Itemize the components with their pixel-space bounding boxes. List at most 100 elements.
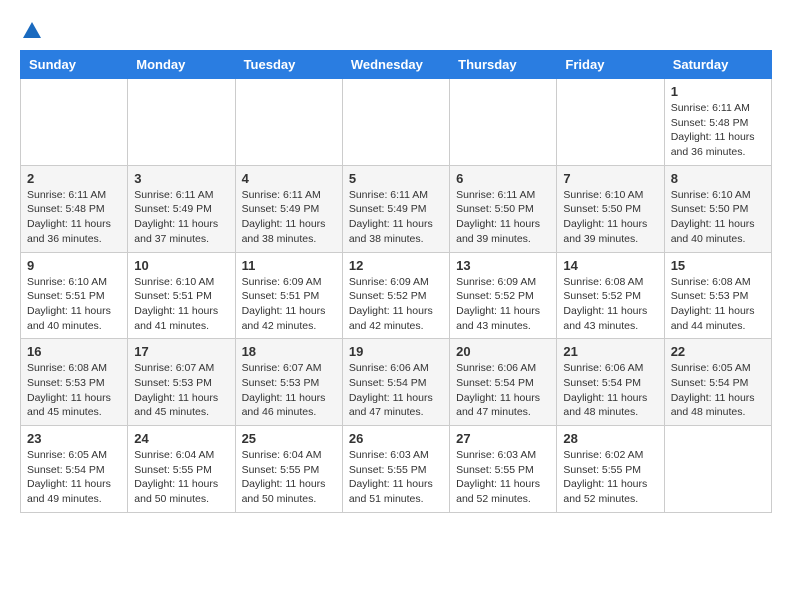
day-number: 10 [134,258,228,273]
day-info: Sunrise: 6:04 AM Sunset: 5:55 PM Dayligh… [134,448,228,507]
day-number: 2 [27,171,121,186]
day-number: 21 [563,344,657,359]
calendar-cell: 1 Sunrise: 6:11 AM Sunset: 5:48 PM Daylig… [664,79,771,166]
day-number: 25 [242,431,336,446]
calendar-cell: 7 Sunrise: 6:10 AM Sunset: 5:50 PM Daylig… [557,165,664,252]
calendar-cell: 17 Sunrise: 6:07 AM Sunset: 5:53 PM Dayli… [128,339,235,426]
day-number: 1 [671,84,765,99]
day-info: Sunrise: 6:07 AM Sunset: 5:53 PM Dayligh… [242,361,336,420]
calendar-week-row: 1 Sunrise: 6:11 AM Sunset: 5:48 PM Daylig… [21,79,772,166]
calendar-cell: 2 Sunrise: 6:11 AM Sunset: 5:48 PM Daylig… [21,165,128,252]
day-info: Sunrise: 6:05 AM Sunset: 5:54 PM Dayligh… [27,448,121,507]
calendar-cell: 10Sunrise: 6:10 AM Sunset: 5:51 PM Dayli… [128,252,235,339]
day-info: Sunrise: 6:09 AM Sunset: 5:51 PM Dayligh… [242,275,336,334]
calendar-cell: 15Sunrise: 6:08 AM Sunset: 5:53 PM Dayli… [664,252,771,339]
day-number: 11 [242,258,336,273]
calendar-week-row: 23 Sunrise: 6:05 AM Sunset: 5:54 PM Dayli… [21,426,772,513]
day-number: 24 [134,431,228,446]
day-number: 3 [134,171,228,186]
day-info: Sunrise: 6:06 AM Sunset: 5:54 PM Dayligh… [349,361,443,420]
day-number: 17 [134,344,228,359]
day-info: Sunrise: 6:08 AM Sunset: 5:53 PM Dayligh… [27,361,121,420]
day-number: 16 [27,344,121,359]
calendar-cell: 11 Sunrise: 6:09 AM Sunset: 5:51 PM Dayli… [235,252,342,339]
logo-icon [22,20,42,40]
day-info: Sunrise: 6:06 AM Sunset: 5:54 PM Dayligh… [456,361,550,420]
day-info: Sunrise: 6:11 AM Sunset: 5:48 PM Dayligh… [27,188,121,247]
calendar-cell: 3 Sunrise: 6:11 AM Sunset: 5:49 PM Daylig… [128,165,235,252]
calendar-cell: 20 Sunrise: 6:06 AM Sunset: 5:54 PM Dayli… [450,339,557,426]
calendar-cell: 28 Sunrise: 6:02 AM Sunset: 5:55 PM Dayli… [557,426,664,513]
day-info: Sunrise: 6:04 AM Sunset: 5:55 PM Dayligh… [242,448,336,507]
calendar-cell: 8 Sunrise: 6:10 AM Sunset: 5:50 PM Daylig… [664,165,771,252]
calendar-cell: 12 Sunrise: 6:09 AM Sunset: 5:52 PM Dayli… [342,252,449,339]
day-info: Sunrise: 6:10 AM Sunset: 5:50 PM Dayligh… [563,188,657,247]
calendar-cell: 9 Sunrise: 6:10 AM Sunset: 5:51 PM Daylig… [21,252,128,339]
day-info: Sunrise: 6:11 AM Sunset: 5:49 PM Dayligh… [134,188,228,247]
day-number: 5 [349,171,443,186]
day-number: 9 [27,258,121,273]
day-info: Sunrise: 6:11 AM Sunset: 5:49 PM Dayligh… [349,188,443,247]
day-number: 28 [563,431,657,446]
calendar-cell [342,79,449,166]
calendar-cell: 5 Sunrise: 6:11 AM Sunset: 5:49 PM Daylig… [342,165,449,252]
calendar-cell: 18 Sunrise: 6:07 AM Sunset: 5:53 PM Dayli… [235,339,342,426]
day-info: Sunrise: 6:10 AM Sunset: 5:50 PM Dayligh… [671,188,765,247]
day-info: Sunrise: 6:11 AM Sunset: 5:48 PM Dayligh… [671,101,765,160]
calendar-cell: 27 Sunrise: 6:03 AM Sunset: 5:55 PM Dayli… [450,426,557,513]
day-number: 26 [349,431,443,446]
day-info: Sunrise: 6:07 AM Sunset: 5:53 PM Dayligh… [134,361,228,420]
day-number: 6 [456,171,550,186]
calendar-cell: 13Sunrise: 6:09 AM Sunset: 5:52 PM Dayli… [450,252,557,339]
calendar-cell: 4Sunrise: 6:11 AM Sunset: 5:49 PM Daylig… [235,165,342,252]
calendar-day-header: Friday [557,51,664,79]
calendar-day-header: Tuesday [235,51,342,79]
day-info: Sunrise: 6:03 AM Sunset: 5:55 PM Dayligh… [349,448,443,507]
calendar-cell: 26 Sunrise: 6:03 AM Sunset: 5:55 PM Dayli… [342,426,449,513]
calendar-week-row: 2 Sunrise: 6:11 AM Sunset: 5:48 PM Daylig… [21,165,772,252]
calendar-cell: 25 Sunrise: 6:04 AM Sunset: 5:55 PM Dayli… [235,426,342,513]
day-number: 8 [671,171,765,186]
day-number: 20 [456,344,550,359]
calendar-table: SundayMondayTuesdayWednesdayThursdayFrid… [20,50,772,513]
day-number: 19 [349,344,443,359]
calendar-cell [664,426,771,513]
day-info: Sunrise: 6:05 AM Sunset: 5:54 PM Dayligh… [671,361,765,420]
calendar-cell: 24 Sunrise: 6:04 AM Sunset: 5:55 PM Dayli… [128,426,235,513]
logo [20,20,42,40]
calendar-cell: 21 Sunrise: 6:06 AM Sunset: 5:54 PM Dayli… [557,339,664,426]
calendar-cell: 22Sunrise: 6:05 AM Sunset: 5:54 PM Dayli… [664,339,771,426]
calendar-day-header: Thursday [450,51,557,79]
calendar-day-header: Wednesday [342,51,449,79]
calendar-cell: 19 Sunrise: 6:06 AM Sunset: 5:54 PM Dayli… [342,339,449,426]
day-number: 23 [27,431,121,446]
page-header [20,20,772,40]
calendar-cell: 14 Sunrise: 6:08 AM Sunset: 5:52 PM Dayli… [557,252,664,339]
day-number: 4 [242,171,336,186]
day-info: Sunrise: 6:03 AM Sunset: 5:55 PM Dayligh… [456,448,550,507]
calendar-cell: 16 Sunrise: 6:08 AM Sunset: 5:53 PM Dayli… [21,339,128,426]
calendar-week-row: 9 Sunrise: 6:10 AM Sunset: 5:51 PM Daylig… [21,252,772,339]
day-info: Sunrise: 6:11 AM Sunset: 5:50 PM Dayligh… [456,188,550,247]
day-info: Sunrise: 6:06 AM Sunset: 5:54 PM Dayligh… [563,361,657,420]
calendar-cell [235,79,342,166]
calendar-cell [21,79,128,166]
calendar-header-row: SundayMondayTuesdayWednesdayThursdayFrid… [21,51,772,79]
day-number: 18 [242,344,336,359]
day-info: Sunrise: 6:09 AM Sunset: 5:52 PM Dayligh… [349,275,443,334]
day-number: 7 [563,171,657,186]
calendar-cell: 23 Sunrise: 6:05 AM Sunset: 5:54 PM Dayli… [21,426,128,513]
day-number: 15 [671,258,765,273]
calendar-week-row: 16 Sunrise: 6:08 AM Sunset: 5:53 PM Dayli… [21,339,772,426]
calendar-cell [450,79,557,166]
day-number: 27 [456,431,550,446]
day-number: 13 [456,258,550,273]
calendar-day-header: Saturday [664,51,771,79]
calendar-cell [557,79,664,166]
day-info: Sunrise: 6:02 AM Sunset: 5:55 PM Dayligh… [563,448,657,507]
day-number: 12 [349,258,443,273]
calendar-cell [128,79,235,166]
day-info: Sunrise: 6:08 AM Sunset: 5:52 PM Dayligh… [563,275,657,334]
day-number: 14 [563,258,657,273]
day-info: Sunrise: 6:10 AM Sunset: 5:51 PM Dayligh… [27,275,121,334]
